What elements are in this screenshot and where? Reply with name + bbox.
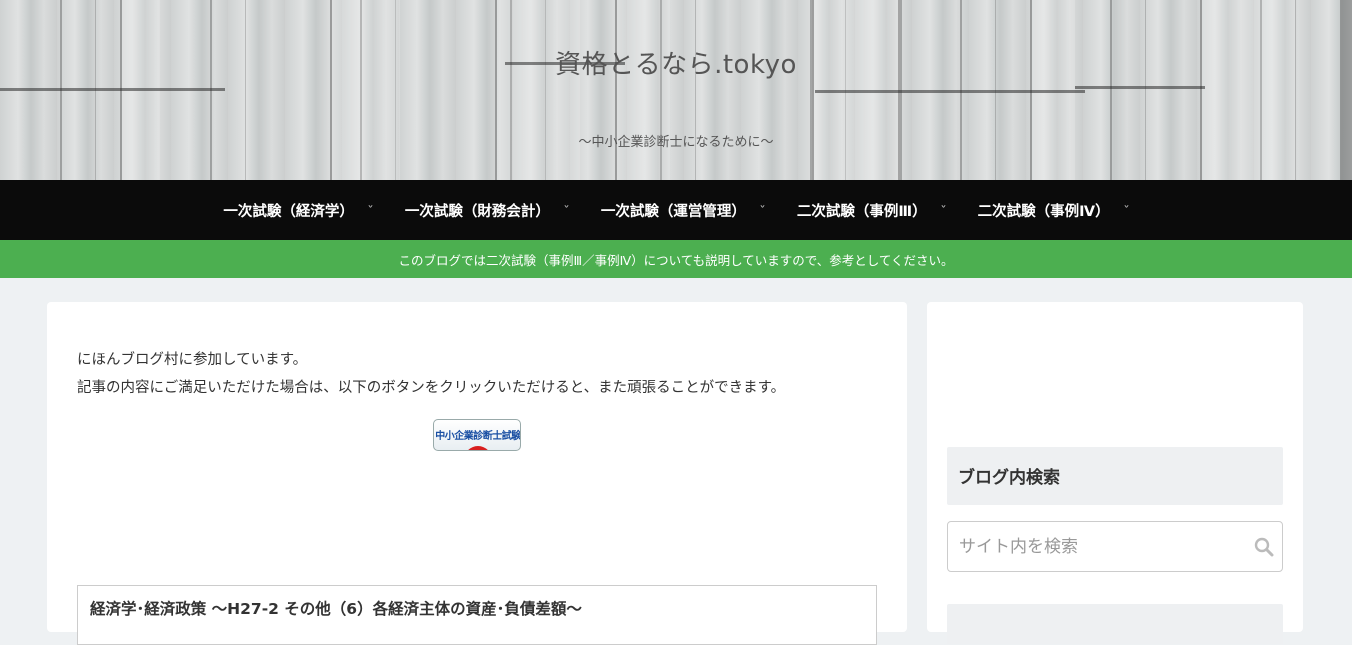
next-widget-header xyxy=(947,604,1283,644)
search-widget-header: ブログ内検索 xyxy=(947,447,1283,505)
search-input[interactable] xyxy=(948,522,1238,571)
nav-item-operations-management[interactable]: 一次試験（運営管理） ˅ xyxy=(585,180,781,240)
chevron-down-icon: ˅ xyxy=(367,204,374,216)
main-nav: 一次試験（経済学） ˅ 一次試験（財務会計） ˅ 一次試験（運営管理） ˅ 二次… xyxy=(0,180,1352,240)
notice-bar: このブログでは二次試験（事例Ⅲ／事例Ⅳ）についても説明していますので、参考として… xyxy=(0,240,1352,278)
intro-text: にほんブログ村に参加しています。 記事の内容にご満足いただけた場合は、以下のボタ… xyxy=(77,346,785,402)
nav-item-case-3[interactable]: 二次試験（事例Ⅲ） ˅ xyxy=(781,180,962,240)
wood-seam xyxy=(815,90,1085,93)
nav-item-economics[interactable]: 一次試験（経済学） ˅ xyxy=(207,180,389,240)
search-box xyxy=(947,521,1283,572)
chevron-down-icon: ˅ xyxy=(759,204,766,216)
nav-item-label: 二次試験（事例Ⅲ） xyxy=(796,203,927,220)
article-title[interactable]: 経済学･経済政策 ～H27-2 その他（6）各経済主体の資産･負債差額～ xyxy=(90,597,582,619)
site-header: 資格とるなら.tokyo ～中小企業診断士になるために～ xyxy=(0,0,1352,180)
notice-text: このブログでは二次試験（事例Ⅲ／事例Ⅳ）についても説明していますので、参考として… xyxy=(398,252,954,268)
nav-item-financial-accounting[interactable]: 一次試験（財務会計） ˅ xyxy=(389,180,585,240)
wood-seam xyxy=(1340,0,1352,180)
site-tagline: ～中小企業診断士になるために～ xyxy=(578,135,774,150)
wood-plank xyxy=(615,0,670,180)
wood-seam xyxy=(1075,86,1205,89)
chevron-down-icon: ˅ xyxy=(1122,204,1130,216)
intro-line: 記事の内容にご満足いただけた場合は、以下のボタンをクリックいただけると、また頑張… xyxy=(77,380,786,396)
nav-item-label: 一次試験（運営管理） xyxy=(600,203,746,220)
main-content: にほんブログ村に参加しています。 記事の内容にご満足いただけた場合は、以下のボタ… xyxy=(47,302,907,645)
site-title[interactable]: 資格とるなら.tokyo xyxy=(0,44,1352,81)
nav-item-label: 一次試験（財務会計） xyxy=(404,203,550,220)
nav-item-label: 二次試験（事例Ⅳ） xyxy=(977,203,1110,220)
badge-sun-graphic xyxy=(464,446,492,450)
chevron-down-icon: ˅ xyxy=(563,204,570,216)
widget-title: ブログ内検索 xyxy=(958,468,1060,488)
wood-plank xyxy=(1200,0,1295,180)
search-icon[interactable] xyxy=(1254,537,1274,557)
nav-item-label: 一次試験（経済学） xyxy=(223,203,354,220)
blog-ranking-badge[interactable]: 中小企業診断士試験 xyxy=(433,419,521,451)
wood-plank xyxy=(330,0,400,180)
wood-plank xyxy=(495,0,580,180)
article-card[interactable]: 経済学･経済政策 ～H27-2 その他（6）各経済主体の資産･負債差額～ xyxy=(77,585,877,645)
nav-item-case-4[interactable]: 二次試験（事例Ⅳ） ˅ xyxy=(962,180,1145,240)
badge-text: 中小企業診断士試験 xyxy=(435,431,521,442)
wood-seam xyxy=(0,88,225,91)
chevron-down-icon: ˅ xyxy=(939,204,947,216)
intro-line: にほんブログ村に参加しています。 xyxy=(77,352,308,368)
sidebar: ブログ内検索 xyxy=(927,302,1303,644)
